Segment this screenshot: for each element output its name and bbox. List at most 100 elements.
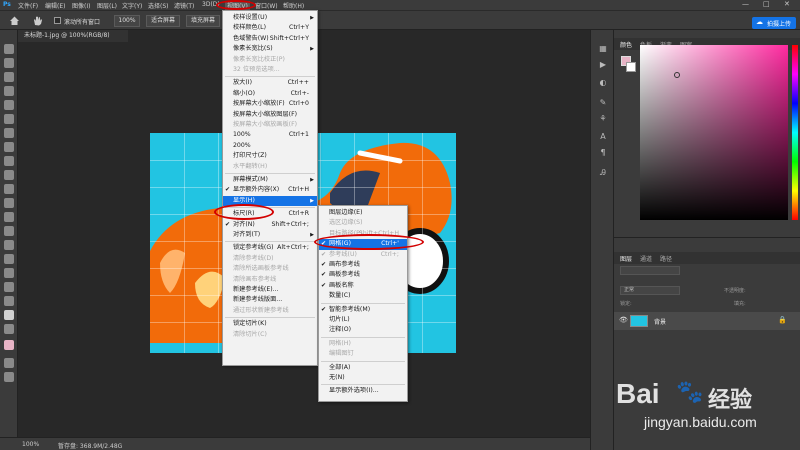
menu-item[interactable]: 锁定切片(K) (223, 319, 317, 330)
color-picker-field[interactable] (640, 45, 788, 220)
menu-item[interactable]: 按屏幕大小缩放图层(F) (223, 110, 317, 121)
menu-item[interactable]: 通过形状新建参考线 (223, 306, 317, 317)
maximize-button[interactable]: □ (763, 0, 770, 8)
menu-item[interactable]: 编辑图钉 (319, 349, 407, 360)
menu-item[interactable]: 数量(C) (319, 291, 407, 302)
blend-mode-select[interactable]: 正常 (620, 286, 680, 295)
menu-item[interactable]: 屏幕模式(M) ▶ (223, 175, 317, 186)
type-tool-icon[interactable] (4, 268, 14, 278)
zoom-100-button[interactable]: 100% (114, 15, 140, 27)
menu-item[interactable]: 32 位预览选项... (223, 65, 317, 76)
menu-item[interactable]: 清除切片(C) (223, 330, 317, 341)
foreground-color-swatch[interactable] (4, 340, 14, 350)
menu-item[interactable]: 对齐到(T) ▶ (223, 230, 317, 241)
layer-filter[interactable] (620, 266, 680, 275)
menu-item[interactable]: 切片(L) (319, 315, 407, 326)
menu-layer[interactable]: 图层(L) (97, 1, 117, 10)
tab-color[interactable]: 颜色 (620, 40, 632, 49)
pen-tool-icon[interactable] (4, 254, 14, 264)
menu-help[interactable]: 帮助(H) (283, 1, 304, 10)
menu-item[interactable]: 显示额外选项(I)... (319, 386, 407, 397)
quick-select-tool-icon[interactable] (4, 86, 14, 96)
menu-item[interactable]: ✔ 画板参考线 (319, 270, 407, 281)
character-panel-icon[interactable]: A (598, 132, 608, 142)
menu-item[interactable]: 清除参考线(D) (223, 254, 317, 265)
background-swatch[interactable] (626, 62, 636, 72)
crop-tool-icon[interactable] (4, 100, 14, 110)
clone-source-icon[interactable]: ⚘ (598, 114, 608, 124)
visibility-eye-icon[interactable]: 👁 (619, 316, 628, 324)
glyphs-panel-icon[interactable]: Ꭿ (598, 168, 608, 178)
menu-window[interactable]: 窗口(W) (255, 1, 278, 10)
marquee-tool-icon[interactable] (4, 58, 14, 68)
ps-logo-icon[interactable]: Ps (3, 1, 11, 8)
document-tab[interactable]: 未标题-1.jpg @ 100%(RGB/8) (18, 30, 128, 42)
tab-layers[interactable]: 图层 (620, 254, 632, 263)
menu-item[interactable]: ✔ 画板名称 (319, 281, 407, 292)
gradient-tool-icon[interactable] (4, 212, 14, 222)
menu-item[interactable]: ✔ 显示额外内容(X) Ctrl+H (223, 185, 317, 196)
menu-item[interactable]: ✔ 智能参考线(M) (319, 305, 407, 316)
menu-file[interactable]: 文件(F) (18, 1, 38, 10)
tab-channels[interactable]: 通道 (640, 254, 652, 263)
paragraph-panel-icon[interactable]: ¶ (598, 148, 608, 158)
menu-item[interactable]: 像素长宽比(S) ▶ (223, 44, 317, 55)
menu-item[interactable]: 选区边缘(S) (319, 218, 407, 229)
menu-item[interactable]: 清除所选画板参考线 (223, 264, 317, 275)
history-brush-tool-icon[interactable] (4, 184, 14, 194)
menu-item[interactable]: 注释(O) (319, 325, 407, 336)
dodge-tool-icon[interactable] (4, 240, 14, 250)
menu-type[interactable]: 文字(Y) (122, 1, 142, 10)
menu-item[interactable]: 校样设置(U) ▶ (223, 13, 317, 24)
menu-item[interactable]: 新建参考线版面... (223, 295, 317, 306)
menu-item[interactable]: 无(N) (319, 373, 407, 384)
status-zoom[interactable]: 100% (22, 441, 39, 448)
blur-tool-icon[interactable] (4, 226, 14, 236)
eyedropper-tool-icon[interactable] (4, 128, 14, 138)
menu-item[interactable]: 图层边缘(E) (319, 208, 407, 219)
menu-item[interactable]: 像素长宽比校正(P) (223, 55, 317, 66)
tab-paths[interactable]: 路径 (660, 254, 672, 263)
move-tool-icon[interactable] (4, 44, 14, 54)
brush-tool-icon[interactable] (4, 156, 14, 166)
hue-slider[interactable] (792, 45, 798, 220)
lasso-tool-icon[interactable] (4, 72, 14, 82)
menu-item[interactable]: 校样颜色(L) Ctrl+Y (223, 23, 317, 34)
menu-item[interactable]: 新建参考线(E)... (223, 285, 317, 296)
status-info[interactable]: 暂存盘: 368.9M/2.48G (58, 441, 122, 450)
frame-tool-icon[interactable] (4, 114, 14, 124)
menu-item[interactable]: ✔ 对齐(N) Shift+Ctrl+; (223, 220, 317, 231)
minimize-button[interactable]: — (742, 0, 749, 8)
hand-tool-icon[interactable] (32, 15, 43, 26)
scroll-all-checkbox[interactable] (54, 17, 61, 24)
brush-settings-icon[interactable]: ✎ (598, 98, 608, 108)
shape-tool-icon[interactable] (4, 296, 14, 306)
home-icon[interactable] (9, 15, 20, 26)
menu-item[interactable]: 200% (223, 141, 317, 152)
menu-image[interactable]: 图像(I) (72, 1, 90, 10)
cloud-upload-button[interactable]: ☁ 拍摄上传 (752, 17, 796, 29)
menu-item[interactable]: 网格(H) (319, 339, 407, 350)
healing-brush-tool-icon[interactable] (4, 142, 14, 152)
menu-item[interactable]: ✔ 画布参考线 (319, 260, 407, 271)
menu-item[interactable]: 水平翻转(H) (223, 162, 317, 173)
play-actions-icon[interactable]: ▶ (598, 60, 608, 70)
fill-screen-button[interactable]: 填充屏幕 (186, 15, 220, 27)
history-panel-icon[interactable]: ▦ (598, 44, 608, 54)
menu-item[interactable]: 全部(A) (319, 363, 407, 374)
quick-mask-icon[interactable] (4, 358, 14, 368)
menu-item[interactable]: 放大(I) Ctrl++ (223, 78, 317, 89)
menu-select[interactable]: 选择(S) (148, 1, 169, 10)
menu-item[interactable]: 缩小(O) Ctrl+- (223, 89, 317, 100)
zoom-tool-icon[interactable] (4, 324, 14, 334)
close-button[interactable]: ✕ (784, 0, 790, 8)
eraser-tool-icon[interactable] (4, 198, 14, 208)
properties-panel-icon[interactable]: ◐ (598, 78, 608, 88)
menu-item[interactable]: 色域警告(W) Shift+Ctrl+Y (223, 34, 317, 45)
menu-item[interactable]: 100% Ctrl+1 (223, 130, 317, 141)
menu-filter[interactable]: 滤镜(T) (174, 1, 194, 10)
menu-item[interactable]: 打印尺寸(Z) (223, 151, 317, 162)
clone-stamp-tool-icon[interactable] (4, 170, 14, 180)
menu-item[interactable]: 按屏幕大小缩放画板(F) (223, 120, 317, 131)
menu-item[interactable]: 清除画布参考线 (223, 275, 317, 286)
